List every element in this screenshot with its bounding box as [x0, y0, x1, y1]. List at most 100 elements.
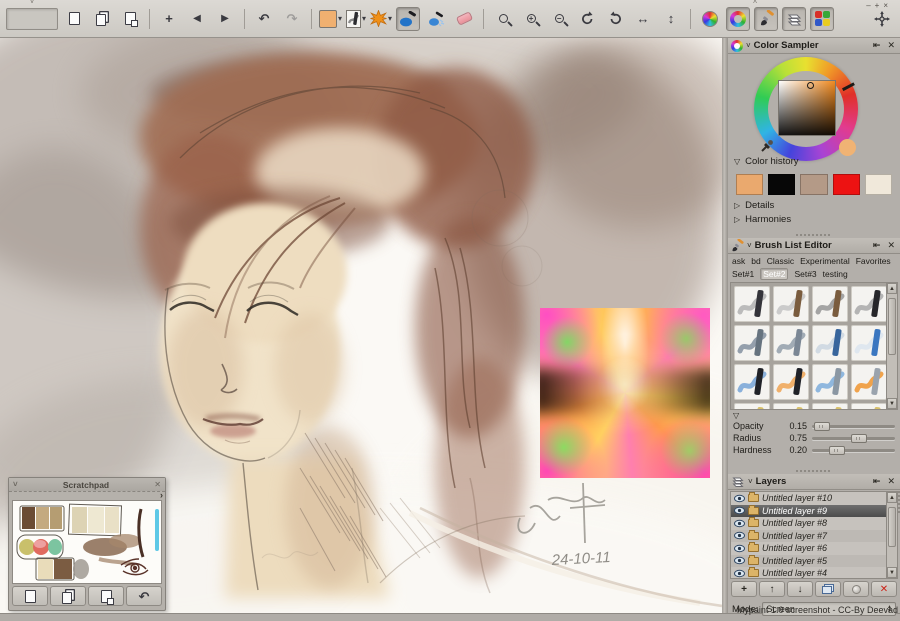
painting-canvas[interactable]: 24-10-11 ˅ Scratchpad ✕ › [0, 38, 722, 613]
flip-vertical-button[interactable]: ↕ [659, 7, 683, 31]
brush-tile[interactable] [773, 403, 809, 410]
brush-tab-testing[interactable]: testing [823, 269, 848, 279]
color-sampler-panel-button[interactable] [726, 7, 750, 31]
redo-button[interactable]: ↷ [280, 7, 304, 31]
scroll-up-icon[interactable]: ▲ [887, 492, 897, 503]
open-file-button[interactable] [90, 7, 114, 31]
slider-handle[interactable] [829, 446, 845, 455]
scroll-down-icon[interactable]: ▼ [887, 398, 897, 409]
history-swatch[interactable] [768, 174, 795, 195]
scratchpad-open-button[interactable] [50, 586, 86, 606]
layers-header[interactable]: ˅ Layers ⇤ ✕ [728, 474, 900, 490]
palette-panel-button[interactable] [810, 7, 834, 31]
scratchpad-window[interactable]: ˅ Scratchpad ✕ › [8, 477, 166, 611]
layer-visible-eye-icon[interactable] [734, 569, 745, 578]
history-swatch[interactable] [865, 174, 892, 195]
saturation-value-square[interactable] [778, 80, 836, 136]
close-icon[interactable]: ✕ [885, 40, 897, 51]
delete-layer-button[interactable]: ✕ [871, 581, 897, 597]
eraser-tool-button[interactable] [452, 7, 476, 31]
scratchpad-canvas[interactable] [12, 500, 162, 584]
color-history-expander[interactable]: ▽ Color history [728, 154, 900, 169]
lower-layer-button[interactable]: ↓ [787, 581, 813, 597]
slider-handle[interactable] [814, 422, 830, 431]
color-wheel-panel-button[interactable] [698, 7, 722, 31]
brush-panel-button[interactable] [754, 7, 778, 31]
slider-track[interactable] [812, 437, 895, 440]
brush-tile[interactable] [773, 286, 809, 322]
rotate-cw-button[interactable] [603, 7, 627, 31]
undo-button[interactable]: ↶ [252, 7, 276, 31]
layer-visible-eye-icon[interactable] [734, 519, 745, 528]
layer-row[interactable]: Untitled layer #6 [731, 542, 886, 555]
brush-tile[interactable] [851, 364, 887, 400]
chevron-down-icon[interactable]: ˅ [748, 477, 753, 486]
layer-visible-eye-icon[interactable] [734, 556, 745, 565]
freehand-tool-button[interactable] [396, 7, 420, 31]
brush-preview-dropdown[interactable]: ▾ [346, 10, 366, 28]
slider-track[interactable] [812, 449, 895, 452]
brush-tile[interactable] [812, 403, 848, 410]
brush-tile[interactable] [851, 325, 887, 361]
brush-tab-set1[interactable]: Set#1 [732, 269, 754, 279]
brush-tab-ask[interactable]: ask [732, 256, 745, 266]
dock-pin-icon[interactable]: ⇤ [871, 40, 883, 51]
brush-tile[interactable] [734, 286, 770, 322]
brush-settings-expander[interactable]: ▽ [728, 410, 900, 420]
layer-visible-eye-icon[interactable] [734, 494, 745, 503]
details-expander[interactable]: ▷ Details [728, 198, 900, 213]
brush-tile[interactable] [851, 286, 887, 322]
brush-editor-header[interactable]: ˅ Brush List Editor ⇤ ✕ [728, 238, 900, 254]
layers-panel-button[interactable] [782, 7, 806, 31]
color-dropdown[interactable]: ▾ [319, 10, 342, 28]
dock-pin-icon[interactable]: ⇤ [871, 476, 883, 487]
eyedropper-icon[interactable] [760, 139, 774, 158]
brush-tab-bd[interactable]: bd [751, 256, 760, 266]
previous-button[interactable]: ◀ [185, 7, 209, 31]
zoom-tool-button[interactable] [491, 7, 515, 31]
merge-layer-button[interactable] [843, 581, 869, 597]
history-swatch[interactable] [736, 174, 763, 195]
add-button[interactable]: + [157, 7, 181, 31]
brush-tile[interactable] [812, 364, 848, 400]
brush-tile[interactable] [734, 403, 770, 410]
layer-list-scrollbar[interactable]: ▲ ▼ [886, 492, 897, 578]
window-controls[interactable]: –+× [866, 1, 892, 10]
layer-row[interactable]: Untitled layer #10 [731, 492, 886, 505]
brush-tab-favorites[interactable]: Favorites [856, 256, 891, 266]
brush-grid-scrollbar[interactable]: ▲ ▼ [886, 283, 897, 409]
brush-tool-2-button[interactable] [424, 7, 448, 31]
pane-collapse-icon[interactable]: ˅ [30, 0, 34, 6]
save-file-button[interactable] [118, 7, 142, 31]
expand-arrow-icon[interactable]: › [160, 490, 163, 500]
brush-tab-set3[interactable]: Set#3 [794, 269, 816, 279]
layer-visible-eye-icon[interactable] [734, 531, 745, 540]
close-icon[interactable]: ✕ [154, 480, 161, 489]
scratchpad-undo-button[interactable]: ↶ [126, 586, 162, 606]
brush-tile[interactable] [812, 286, 848, 322]
pane-collapse-icon-right[interactable]: ˄ [753, 0, 757, 6]
rotate-ccw-button[interactable] [575, 7, 599, 31]
close-icon[interactable]: ✕ [885, 240, 897, 251]
brush-tab-experimental[interactable]: Experimental [800, 256, 850, 266]
dock-pin-icon[interactable]: ⇤ [871, 240, 883, 251]
layer-row[interactable]: Untitled layer #9 [731, 505, 886, 518]
new-file-button[interactable] [62, 7, 86, 31]
close-icon[interactable]: ✕ [885, 476, 897, 487]
brush-tile[interactable] [773, 325, 809, 361]
brush-tile[interactable] [734, 364, 770, 400]
scratchpad-new-button[interactable] [12, 586, 48, 606]
slider-handle[interactable] [851, 434, 867, 443]
scratchpad-save-button[interactable] [88, 586, 124, 606]
layer-row[interactable]: Untitled layer #8 [731, 517, 886, 530]
color-sampler-header[interactable]: ˅ Color Sampler ⇤ ✕ [728, 38, 900, 54]
brush-tile[interactable] [734, 325, 770, 361]
harmonies-expander[interactable]: ▷ Harmonies [728, 212, 900, 227]
brush-tile[interactable] [851, 403, 887, 410]
pan-view-button[interactable] [870, 7, 894, 31]
scratchpad-titlebar[interactable]: ˅ Scratchpad ✕ [9, 478, 165, 491]
chevron-down-icon[interactable]: ˅ [746, 41, 751, 50]
raise-layer-button[interactable]: ↑ [759, 581, 785, 597]
history-swatch[interactable] [833, 174, 860, 195]
scroll-up-icon[interactable]: ▲ [887, 283, 897, 294]
